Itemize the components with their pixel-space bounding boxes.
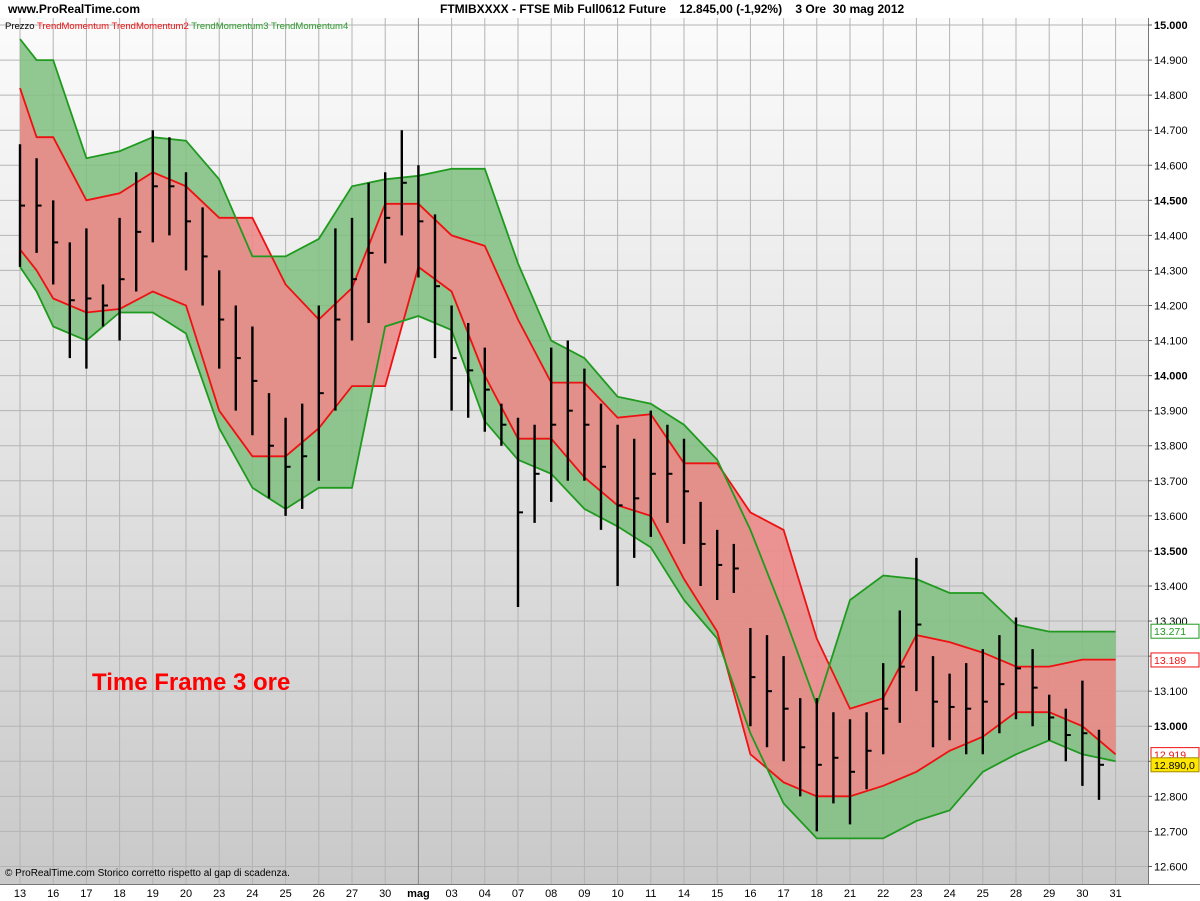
y-tick-label: 14.200	[1154, 300, 1188, 312]
y-tick-label: 14.800	[1154, 90, 1188, 102]
x-tick-label: 22	[877, 888, 889, 900]
y-tick-label: 14.400	[1154, 230, 1188, 242]
y-tick-label: 14.700	[1154, 125, 1188, 137]
x-tick-label: 28	[1010, 888, 1022, 900]
x-tick-label: 09	[578, 888, 590, 900]
y-tick-label: 13.100	[1154, 686, 1188, 698]
y-tick-label: 14.000	[1154, 371, 1188, 383]
y-tick-label: 12.600	[1154, 861, 1188, 873]
x-tick-label: 15	[711, 888, 723, 900]
legend-red-series: TrendMomentum TrendMomentum2	[37, 21, 189, 32]
x-tick-label: 31	[1109, 888, 1121, 900]
x-tick-label: 10	[611, 888, 623, 900]
x-tick-label: 26	[313, 888, 325, 900]
x-tick-label: 20	[180, 888, 192, 900]
x-tick-label: 18	[113, 888, 125, 900]
x-tick-label: 24	[246, 888, 258, 900]
x-tick-label: 30	[379, 888, 391, 900]
x-tick-label: 27	[346, 888, 358, 900]
y-tick-label: 13.700	[1154, 476, 1188, 488]
y-tick-label: 14.500	[1154, 195, 1188, 207]
x-tick-label: 30	[1076, 888, 1088, 900]
x-tick-label: 13	[14, 888, 26, 900]
chart-legend: Prezzo TrendMomentum TrendMomentum2 Tren…	[5, 21, 348, 32]
x-tick-label: 17	[80, 888, 92, 900]
legend-prezzo: Prezzo	[5, 21, 35, 32]
x-tick-label: 07	[512, 888, 524, 900]
x-tick-label: 25	[977, 888, 989, 900]
x-tick-label: 17	[777, 888, 789, 900]
x-tick-label: 11	[645, 888, 656, 900]
x-tick-label: 16	[47, 888, 59, 900]
value-label-text: 13.189	[1154, 655, 1186, 667]
y-tick-label: 12.700	[1154, 826, 1188, 838]
y-tick-label: 12.800	[1154, 791, 1188, 803]
y-tick-label: 13.400	[1154, 581, 1188, 593]
price-chart[interactable]: 15.000 14.900 14.800 14.700 14.600 14.500 14.4…	[0, 0, 1200, 900]
x-tick-label: 25	[279, 888, 291, 900]
x-tick-label: 04	[479, 888, 491, 900]
x-tick-label: mag	[407, 888, 430, 900]
y-tick-label: 13.500	[1154, 546, 1188, 558]
y-tick-label: 14.900	[1154, 55, 1188, 67]
x-tick-label: 24	[943, 888, 955, 900]
x-tick-label: 08	[545, 888, 557, 900]
legend-green-series: TrendMomentum3 TrendMomentum4	[191, 21, 349, 32]
y-tick-label: 13.000	[1154, 721, 1188, 733]
value-label-text: 13.271	[1154, 626, 1186, 638]
y-tick-label: 14.100	[1154, 336, 1188, 348]
y-tick-label: 14.600	[1154, 160, 1188, 172]
y-tick-label: 13.900	[1154, 406, 1188, 418]
x-tick-label: 19	[147, 888, 159, 900]
x-tick-label: 14	[678, 888, 690, 900]
timeframe-annotation: Time Frame 3 ore	[92, 669, 291, 696]
x-tick-label: 18	[811, 888, 823, 900]
x-tick-label: 16	[744, 888, 756, 900]
x-tick-label: 29	[1043, 888, 1055, 900]
y-tick-label: 15.000	[1154, 20, 1188, 32]
copyright-note: © ProRealTime.com Storico corretto rispe…	[5, 868, 290, 879]
y-tick-label: 13.800	[1154, 441, 1188, 453]
y-tick-label: 13.600	[1154, 511, 1188, 523]
x-tick-label: 23	[213, 888, 225, 900]
x-tick-label: 21	[844, 888, 856, 900]
x-tick-label: 23	[910, 888, 922, 900]
value-label-text: 12.890,0	[1154, 760, 1195, 772]
x-tick-label: 03	[445, 888, 457, 900]
y-tick-label: 14.300	[1154, 265, 1188, 277]
